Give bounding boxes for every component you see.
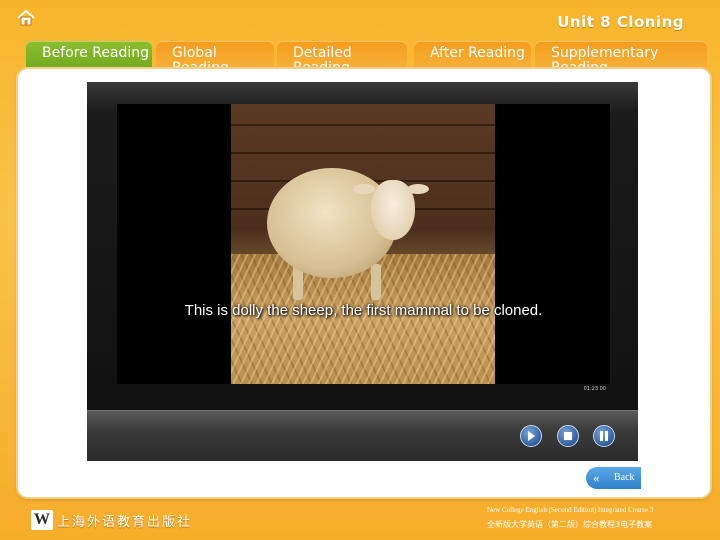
sheep-ear	[353, 184, 375, 194]
tab-label: After Reading	[430, 45, 525, 61]
play-button[interactable]	[520, 425, 542, 447]
back-button-label: Back	[614, 472, 635, 483]
player-controls	[87, 410, 638, 461]
tab-label: Before Reading	[42, 45, 150, 61]
play-icon	[528, 431, 535, 441]
pause-icon	[600, 431, 608, 441]
stop-button[interactable]	[557, 425, 579, 447]
publisher-logo-mark: W	[31, 510, 53, 530]
back-button[interactable]: « Back	[586, 467, 641, 489]
course-title-cn: 全新版大学英语（第二版）综合教程3电子教案	[487, 520, 653, 529]
publisher-name: 上海外语教育出版社	[57, 515, 193, 530]
unit-title: Unit 8 Cloning	[557, 13, 684, 31]
wall-brick-line	[231, 152, 495, 154]
sheep-leg	[371, 264, 381, 300]
course-title-en: New College English (Second Edition) Int…	[487, 506, 654, 514]
wall-brick-line	[231, 124, 495, 126]
home-icon[interactable]	[16, 9, 36, 27]
video-screen[interactable]: This is dolly the sheep, the first mamma…	[117, 104, 610, 392]
video-player: This is dolly the sheep, the first mamma…	[87, 82, 638, 461]
sheep-head	[371, 180, 415, 240]
stop-icon	[564, 432, 572, 440]
pause-button[interactable]	[593, 425, 615, 447]
video-subtitle: This is dolly the sheep, the first mamma…	[184, 302, 543, 319]
course-info: New College English (Second Edition) Int…	[487, 506, 653, 530]
video-corner-text: 01:23 00	[583, 386, 606, 392]
double-chevron-left-icon: «	[593, 470, 600, 485]
straw-floor	[231, 254, 495, 384]
video-frame	[231, 104, 495, 384]
